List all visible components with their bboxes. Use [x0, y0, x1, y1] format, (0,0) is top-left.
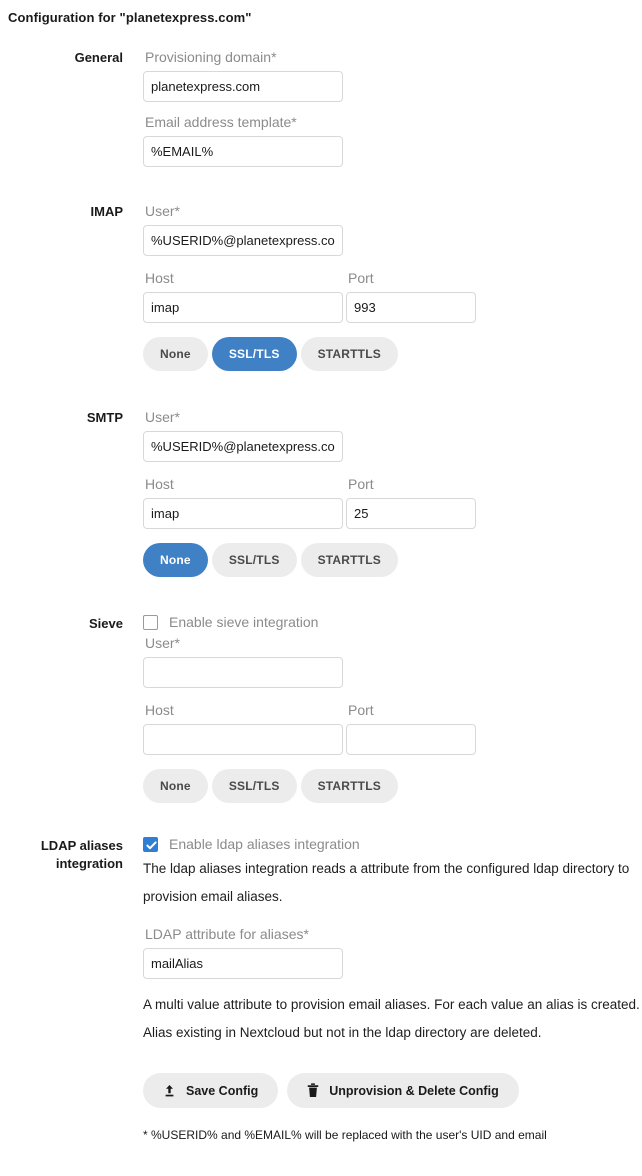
sieve-host-field: Host	[143, 700, 343, 755]
ldap-enable-label[interactable]: Enable ldap aliases integration	[169, 835, 360, 853]
sieve-port-label: Port	[348, 702, 374, 718]
imap-encryption-starttls[interactable]: STARTTLS	[300, 337, 398, 371]
section-general-body: Provisioning domain* Email address templ…	[123, 47, 642, 167]
imap-host-label: Host	[145, 270, 174, 286]
section-general: General Provisioning domain* Email addre…	[0, 47, 642, 167]
smtp-port-label: Port	[348, 476, 374, 492]
section-sieve: Sieve Enable sieve integration User* Hos…	[0, 613, 642, 803]
provisioning-domain-input[interactable]	[143, 71, 343, 102]
smtp-user-input[interactable]	[143, 431, 343, 462]
section-label-smtp: SMTP	[86, 410, 123, 425]
imap-port-input[interactable]	[346, 292, 476, 323]
ldap-attribute-input[interactable]	[143, 948, 343, 979]
smtp-encryption-group: None SSL/TLS STARTTLS	[143, 543, 642, 577]
sieve-encryption-group: None SSL/TLS STARTTLS	[143, 769, 642, 803]
smtp-encryption-ssltls[interactable]: SSL/TLS	[211, 543, 297, 577]
check-icon	[146, 840, 157, 849]
imap-user-label: User*	[145, 203, 181, 219]
action-buttons: Save Config Unprovision & Delete Config	[143, 1073, 642, 1108]
trash-icon	[307, 1083, 319, 1097]
section-smtp: SMTP User* Host Port None SSL/TLS STARTT…	[0, 407, 642, 577]
configuration-page: Configuration for "planetexpress.com" Ge…	[0, 0, 642, 1176]
unprovision-delete-config-button[interactable]: Unprovision & Delete Config	[287, 1073, 519, 1108]
imap-encryption-none[interactable]: None	[143, 337, 208, 371]
sieve-host-input[interactable]	[143, 724, 343, 755]
sieve-enable-row[interactable]: Enable sieve integration	[143, 613, 642, 631]
footnote: * %USERID% and %EMAIL% will be replaced …	[143, 1128, 547, 1142]
smtp-host-input[interactable]	[143, 498, 343, 529]
imap-port-label: Port	[348, 270, 374, 286]
smtp-user-label: User*	[145, 409, 181, 425]
save-config-button[interactable]: Save Config	[143, 1073, 279, 1108]
imap-encryption-group: None SSL/TLS STARTTLS	[143, 337, 642, 371]
page-title: Configuration for "planetexpress.com"	[8, 10, 252, 25]
section-sieve-body: Enable sieve integration User* Host Port…	[123, 613, 642, 803]
imap-host-input[interactable]	[143, 292, 343, 323]
sieve-host-label: Host	[145, 702, 174, 718]
sieve-user-input[interactable]	[143, 657, 343, 688]
section-label-general: General	[74, 50, 123, 65]
smtp-port-field: Port	[346, 474, 476, 529]
unprovision-delete-config-label: Unprovision & Delete Config	[329, 1083, 499, 1098]
section-label-ldap-line1: LDAP aliases	[40, 838, 123, 853]
sieve-enable-label[interactable]: Enable sieve integration	[169, 613, 318, 631]
sieve-port-input[interactable]	[346, 724, 476, 755]
smtp-port-input[interactable]	[346, 498, 476, 529]
upload-icon	[165, 1084, 174, 1096]
section-smtp-body: User* Host Port None SSL/TLS STARTTLS	[123, 407, 642, 577]
smtp-host-field: Host	[143, 474, 343, 529]
imap-user-input[interactable]	[143, 225, 343, 256]
save-config-label: Save Config	[186, 1083, 259, 1098]
email-template-input[interactable]	[143, 136, 343, 167]
ldap-enable-row[interactable]: Enable ldap aliases integration	[143, 835, 642, 853]
sieve-user-label: User*	[145, 635, 181, 651]
section-ldap-body: Enable ldap aliases integration The ldap…	[123, 835, 642, 1144]
ldap-enable-checkbox[interactable]	[143, 836, 158, 852]
smtp-host-port-row: Host Port	[143, 474, 642, 529]
smtp-encryption-starttls[interactable]: STARTTLS	[300, 543, 398, 577]
section-ldap-aliases: LDAP aliases integration Enable ldap ali…	[0, 835, 642, 1144]
imap-host-field: Host	[143, 268, 343, 323]
section-imap-body: User* Host Port None SSL/TLS STARTTLS	[123, 201, 642, 371]
section-label-ldap-aliases: LDAP aliases integration	[0, 835, 123, 873]
section-label-ldap-line2: integration	[55, 856, 123, 871]
imap-encryption-ssltls[interactable]: SSL/TLS	[211, 337, 297, 371]
email-template-label: Email address template*	[145, 114, 297, 130]
sieve-encryption-starttls[interactable]: STARTTLS	[300, 769, 398, 803]
ldap-attribute-help: A multi value attribute to provision ema…	[143, 997, 640, 1040]
imap-port-field: Port	[346, 268, 476, 323]
ldap-attribute-label: LDAP attribute for aliases*	[145, 926, 309, 942]
sieve-host-port-row: Host Port	[143, 700, 642, 755]
sieve-port-field: Port	[346, 700, 476, 755]
provisioning-domain-label: Provisioning domain*	[145, 49, 277, 65]
ldap-description: The ldap aliases integration reads a att…	[143, 861, 630, 904]
section-label-sieve: Sieve	[89, 616, 123, 631]
section-imap: IMAP User* Host Port None SSL/TLS STARTT…	[0, 201, 642, 371]
smtp-host-label: Host	[145, 476, 174, 492]
sieve-encryption-none[interactable]: None	[143, 769, 208, 803]
sieve-encryption-ssltls[interactable]: SSL/TLS	[211, 769, 297, 803]
section-label-imap: IMAP	[90, 204, 124, 219]
smtp-encryption-none[interactable]: None	[143, 543, 208, 577]
imap-host-port-row: Host Port	[143, 268, 642, 323]
sieve-enable-checkbox[interactable]	[143, 614, 158, 630]
